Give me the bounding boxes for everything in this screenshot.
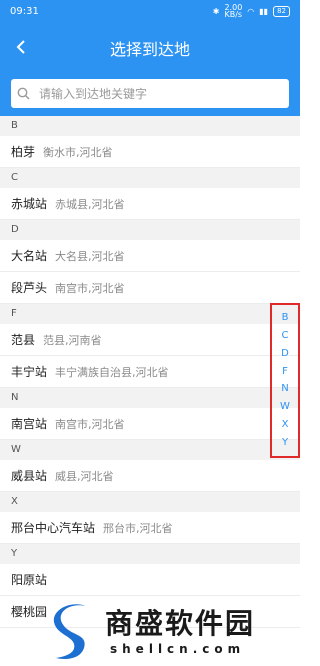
index-letter-x[interactable]: X xyxy=(282,419,289,431)
list-item[interactable]: 段芦头 南宫市,河北省 xyxy=(0,272,300,304)
network-speed: 2.00 KB/s xyxy=(224,3,243,19)
station-name: 阳原站 xyxy=(11,573,48,587)
station-name: 赤城站 xyxy=(11,197,48,211)
list-item[interactable]: 南宫站 南宫市,河北省 xyxy=(0,408,300,440)
index-letter-d[interactable]: D xyxy=(281,348,289,360)
watermark-url: shellcn.com xyxy=(110,642,246,656)
list-item[interactable]: 威县站 威县,河北省 xyxy=(0,460,300,492)
index-letter-c[interactable]: C xyxy=(282,330,289,342)
station-name: 威县站 xyxy=(11,469,48,483)
status-icons: ✱ 2.00 KB/s ◠ ▮▮ 82 xyxy=(212,3,290,19)
status-bar: 09:31 ✱ 2.00 KB/s ◠ ▮▮ 82 xyxy=(0,0,300,22)
station-region: 威县,河北省 xyxy=(55,469,114,483)
index-letter-b[interactable]: B xyxy=(282,312,289,324)
list-item[interactable]: 丰宁站 丰宁满族自治县,河北省 xyxy=(0,356,300,388)
list-item[interactable]: 阳原站 xyxy=(0,564,300,596)
list-item[interactable]: 樱桃园 xyxy=(0,596,300,628)
station-name: 段芦头 xyxy=(11,281,48,295)
station-region: 大名县,河北省 xyxy=(55,249,125,263)
search-input[interactable] xyxy=(37,85,281,102)
section-header-c: C xyxy=(0,168,300,188)
page-title: 选择到达地 xyxy=(109,40,190,59)
alphabet-index[interactable]: B C D F N W X Y xyxy=(270,303,300,458)
section-header-y: Y xyxy=(0,544,300,564)
station-name: 樱桃园 xyxy=(11,605,48,619)
station-name: 大名站 xyxy=(11,249,48,263)
station-region: 衡水市,河北省 xyxy=(43,145,113,159)
list-item[interactable]: 赤城站 赤城县,河北省 xyxy=(0,188,300,220)
search-box[interactable] xyxy=(11,79,289,108)
wifi-icon: ◠ xyxy=(247,6,255,16)
list-item[interactable]: 范县 范县,河南省 xyxy=(0,324,300,356)
section-header-n: N xyxy=(0,388,300,408)
station-region: 邢台市,河北省 xyxy=(103,521,173,535)
station-name: 邢台中心汽车站 xyxy=(11,521,96,535)
section-header-d: D xyxy=(0,220,300,240)
search-icon xyxy=(17,87,37,100)
station-name: 南宫站 xyxy=(11,417,48,431)
signal-icon: ▮▮ xyxy=(259,6,269,16)
list-item[interactable]: 柏芽 衡水市,河北省 xyxy=(0,136,300,168)
station-region: 赤城县,河北省 xyxy=(55,197,125,211)
status-time: 09:31 xyxy=(10,5,39,17)
section-header-w: W xyxy=(0,440,300,460)
list-item[interactable]: 大名站 大名县,河北省 xyxy=(0,240,300,272)
nav-bar: 选择到达地 xyxy=(0,22,300,72)
station-name: 丰宁站 xyxy=(11,365,48,379)
station-region: 丰宁满族自治县,河北省 xyxy=(55,365,169,379)
search-area xyxy=(0,72,300,116)
station-name: 范县 xyxy=(11,333,36,347)
index-letter-w[interactable]: W xyxy=(280,401,290,413)
index-letter-f[interactable]: F xyxy=(282,366,288,378)
station-region: 南宫市,河北省 xyxy=(55,281,125,295)
section-header-f: F xyxy=(0,304,300,324)
station-region: 范县,河南省 xyxy=(43,333,102,347)
index-letter-y[interactable]: Y xyxy=(282,437,288,449)
station-name: 柏芽 xyxy=(11,145,36,159)
station-region: 南宫市,河北省 xyxy=(55,417,125,431)
destination-list: B 柏芽 衡水市,河北省 C 赤城站 赤城县,河北省 D 大名站 大名县,河北省 段芦… xyxy=(0,116,300,628)
battery-indicator: 82 xyxy=(273,5,290,17)
index-letter-n[interactable]: N xyxy=(281,383,288,395)
bluetooth-icon: ✱ xyxy=(212,6,220,16)
section-header-b: B xyxy=(0,116,300,136)
list-item[interactable]: 邢台中心汽车站 邢台市,河北省 xyxy=(0,512,300,544)
section-header-x: X xyxy=(0,492,300,512)
